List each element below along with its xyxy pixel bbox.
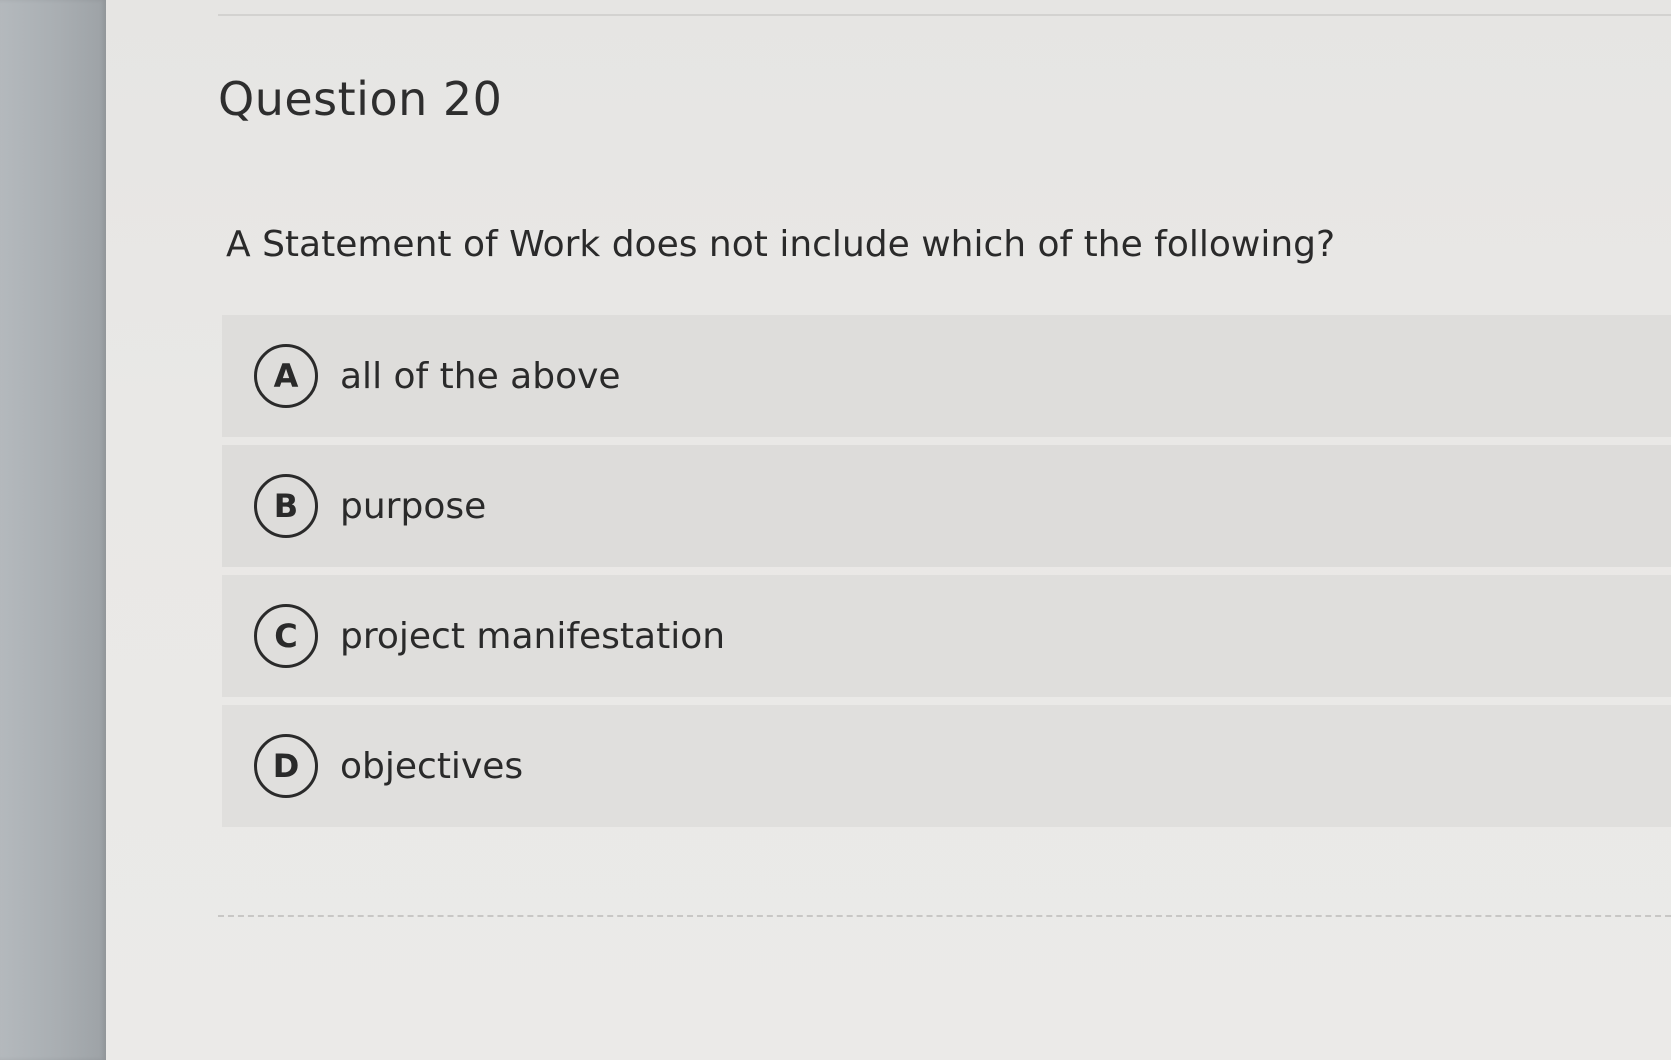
- top-divider: [218, 14, 1671, 16]
- option-b[interactable]: B purpose: [222, 445, 1671, 567]
- answer-options: A all of the above B purpose C project m…: [222, 315, 1671, 835]
- option-a[interactable]: A all of the above: [222, 315, 1671, 437]
- option-c[interactable]: C project manifestation: [222, 575, 1671, 697]
- option-b-label: purpose: [340, 485, 487, 527]
- left-sidebar: [0, 0, 106, 1060]
- option-a-label: all of the above: [340, 355, 621, 397]
- question-title: Question 20: [218, 72, 503, 126]
- option-d-label: objectives: [340, 745, 524, 787]
- option-c-radio[interactable]: C: [254, 604, 318, 668]
- option-d-radio[interactable]: D: [254, 734, 318, 798]
- question-prompt: A Statement of Work does not include whi…: [226, 224, 1336, 265]
- option-b-radio[interactable]: B: [254, 474, 318, 538]
- option-a-radio[interactable]: A: [254, 344, 318, 408]
- bottom-divider: [218, 915, 1671, 917]
- question-panel: Question 20 A Statement of Work does not…: [106, 0, 1671, 1060]
- option-c-label: project manifestation: [340, 615, 726, 657]
- option-d[interactable]: D objectives: [222, 705, 1671, 827]
